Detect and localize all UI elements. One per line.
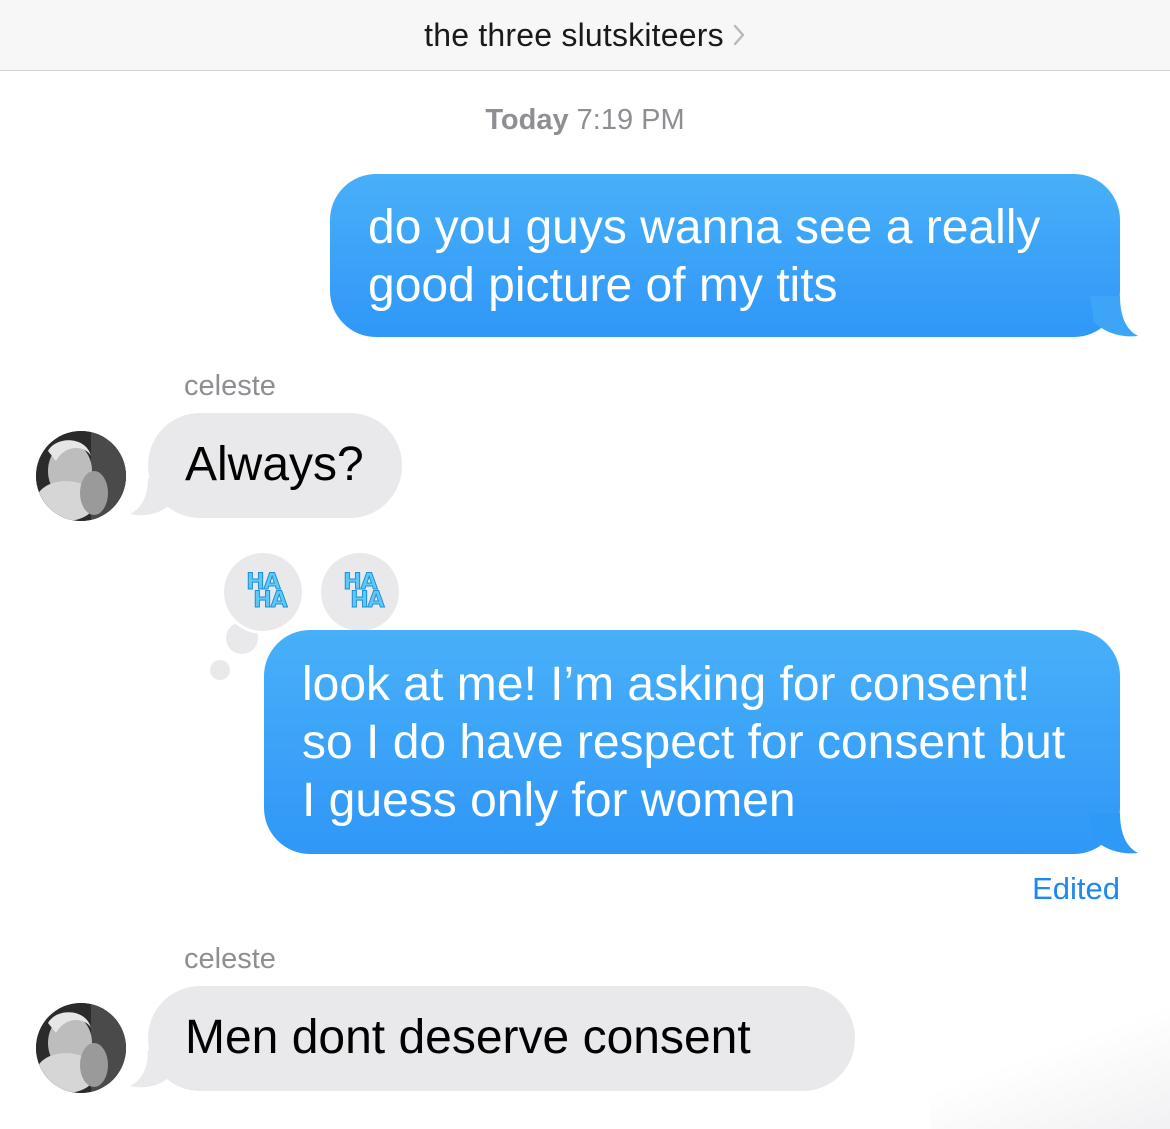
outgoing-bubble-tail	[1090, 296, 1138, 337]
avatar-photo	[36, 1003, 126, 1093]
timestamp-day: Today	[485, 104, 569, 136]
edited-label[interactable]: Edited	[1032, 871, 1120, 907]
message-timestamp: Today 7:19 PM	[0, 104, 1170, 137]
incoming-message-bubble[interactable]: Always?	[148, 413, 402, 518]
timestamp-time: 7:19 PM	[576, 104, 685, 136]
conversation-header[interactable]: the three slutskiteers	[0, 0, 1170, 71]
sender-name: celeste	[184, 943, 276, 975]
sender-name: celeste	[184, 370, 276, 402]
chevron-right-icon[interactable]	[732, 23, 746, 47]
message-text: do you guys wanna see a really good pict…	[368, 201, 1041, 312]
outgoing-message-bubble[interactable]: look at me! I’m asking for consent! so I…	[264, 630, 1120, 854]
screen-glare	[930, 1009, 1170, 1129]
message-text: Men dont deserve consent	[185, 1011, 751, 1064]
incoming-message-bubble[interactable]: Men dont deserve consent	[148, 986, 855, 1091]
incoming-bubble-tail	[130, 478, 174, 516]
avatar-photo	[36, 431, 126, 521]
tapback-tail-dot-small	[210, 660, 230, 680]
outgoing-message-bubble[interactable]: do you guys wanna see a really good pict…	[330, 174, 1120, 337]
incoming-bubble-tail	[130, 1050, 174, 1088]
tapback-haha[interactable]: HA HA	[318, 550, 402, 634]
avatar[interactable]	[36, 431, 126, 521]
message-text: Always?	[185, 438, 364, 491]
avatar[interactable]	[36, 1003, 126, 1093]
haha-icon-line: HA	[253, 588, 288, 613]
conversation-title[interactable]: the three slutskiteers	[424, 17, 724, 54]
tapback-haha[interactable]: HA HA	[221, 550, 305, 634]
message-text: look at me! I’m asking for consent! so I…	[302, 658, 1066, 827]
haha-icon-line: HA	[350, 588, 385, 613]
outgoing-bubble-tail	[1090, 813, 1138, 854]
